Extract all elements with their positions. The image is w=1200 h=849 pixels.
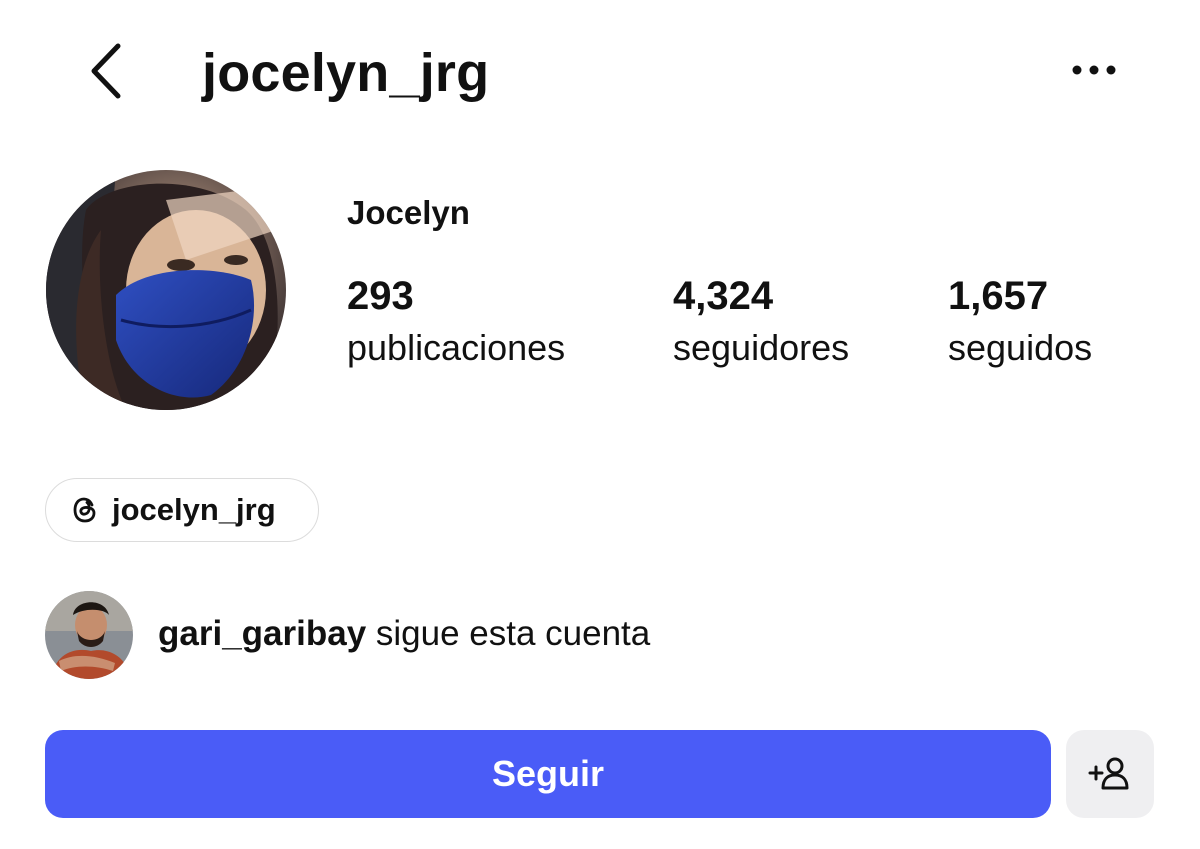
back-button[interactable] bbox=[84, 38, 134, 104]
threads-handle: jocelyn_jrg bbox=[112, 492, 276, 527]
posts-label: publicaciones bbox=[347, 327, 566, 368]
mutual-follower-suffix: sigue esta cuenta bbox=[366, 614, 651, 653]
more-options-button[interactable] bbox=[1066, 52, 1122, 88]
threads-profile-link[interactable]: jocelyn_jrg bbox=[45, 478, 319, 542]
mutual-follower-text: gari_garibay sigue esta cuenta bbox=[158, 614, 650, 654]
followers-count-stat[interactable]: 4,324 seguidores bbox=[673, 270, 849, 372]
threads-icon bbox=[73, 497, 96, 523]
profile-display-name: Jocelyn bbox=[347, 194, 470, 231]
following-label: seguidos bbox=[948, 327, 1093, 368]
following-count-stat[interactable]: 1,657 seguidos bbox=[948, 270, 1092, 372]
chevron-left-icon bbox=[91, 43, 121, 99]
profile-avatar[interactable] bbox=[46, 170, 286, 410]
followers-count: 4,324 bbox=[673, 274, 774, 318]
mutual-follower-avatar[interactable] bbox=[45, 591, 133, 679]
profile-photo bbox=[46, 170, 286, 410]
posts-count-stat[interactable]: 293 publicaciones bbox=[347, 270, 565, 372]
profile-username-title: jocelyn_jrg bbox=[202, 43, 490, 103]
mutual-follower-username[interactable]: gari_garibay bbox=[158, 614, 366, 653]
posts-count: 293 bbox=[347, 274, 414, 318]
follow-button[interactable]: Seguir bbox=[45, 730, 1051, 818]
followers-label: seguidores bbox=[673, 327, 850, 368]
mutual-profile-photo bbox=[45, 591, 133, 679]
add-person-icon bbox=[1088, 757, 1129, 790]
suggested-accounts-button[interactable] bbox=[1066, 730, 1154, 818]
more-horizontal-icon bbox=[1072, 65, 1116, 75]
following-count: 1,657 bbox=[948, 274, 1049, 318]
